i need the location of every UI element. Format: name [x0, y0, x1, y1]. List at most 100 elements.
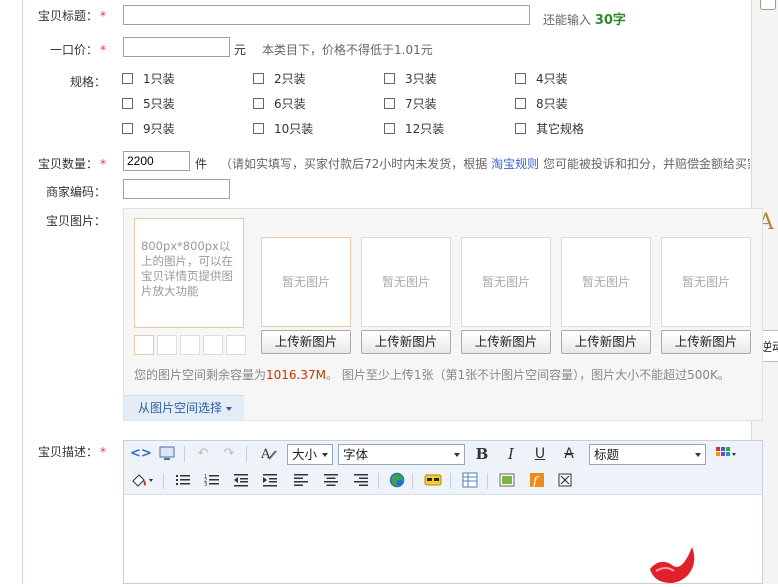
- fill-color-icon[interactable]: [130, 472, 156, 490]
- price-label: 一口价： *: [49, 43, 106, 57]
- spec-option-label: 2只装: [274, 72, 306, 86]
- toolbar-separator: [378, 473, 379, 489]
- upload-image-button-1[interactable]: 上传新图片: [261, 330, 351, 354]
- preview-icon[interactable]: [158, 445, 176, 463]
- image-slot-5[interactable]: 暂无图片: [661, 237, 751, 327]
- spec-option-label: 10只装: [274, 122, 314, 136]
- spec-option[interactable]: 10只装: [253, 120, 313, 137]
- spec-option[interactable]: 7只装: [384, 95, 437, 112]
- bold-icon[interactable]: B: [473, 445, 491, 463]
- spec-option-label: 5只装: [143, 97, 175, 111]
- select-from-image-space-button[interactable]: 从图片空间选择: [124, 395, 244, 420]
- toolbar-separator: [246, 446, 247, 462]
- spec-option[interactable]: 其它规格: [515, 120, 584, 137]
- images-label: 宝贝图片：: [45, 214, 106, 228]
- redo-icon[interactable]: ↷: [220, 445, 238, 463]
- link-icon[interactable]: [388, 472, 406, 490]
- spec-checkbox[interactable]: [122, 73, 133, 84]
- upload-image-button-2[interactable]: 上传新图片: [361, 330, 451, 354]
- spec-checkbox[interactable]: [253, 123, 264, 134]
- spec-option[interactable]: 6只装: [253, 95, 306, 112]
- indent-icon[interactable]: [261, 472, 279, 490]
- quantity-unit: 件: [195, 157, 208, 171]
- quantity-input[interactable]: [123, 151, 190, 171]
- panel-corner-icon[interactable]: [760, 0, 776, 10]
- chevron-down-icon: [322, 453, 328, 457]
- spec-checkbox[interactable]: [384, 123, 395, 134]
- spec-option[interactable]: 9只装: [122, 120, 175, 137]
- spec-option[interactable]: 5只装: [122, 95, 175, 112]
- image-slot-4[interactable]: 暂无图片: [561, 237, 651, 327]
- source-code-icon[interactable]: <>: [130, 445, 152, 463]
- upload-image-button-5[interactable]: 上传新图片: [661, 330, 751, 354]
- price-input[interactable]: [123, 37, 230, 57]
- align-left-icon[interactable]: [292, 472, 310, 490]
- spec-checkbox[interactable]: [515, 123, 526, 134]
- toolbar-separator: [184, 446, 185, 462]
- spec-option[interactable]: 12只装: [384, 120, 444, 137]
- insert-flash-icon[interactable]: f: [528, 472, 546, 490]
- image-slot-2[interactable]: 暂无图片: [361, 237, 451, 327]
- align-right-icon[interactable]: [352, 472, 370, 490]
- chevron-down-icon: [695, 453, 701, 457]
- heading-select[interactable]: 标题: [589, 444, 706, 465]
- price-hint: 本类目下，价格不得低于1.01元: [262, 43, 433, 57]
- spec-checkbox[interactable]: [253, 98, 264, 109]
- description-label: 宝贝描述： *: [37, 445, 106, 459]
- spec-checkbox[interactable]: [122, 98, 133, 109]
- table-grid-icon[interactable]: [714, 445, 738, 463]
- spec-option[interactable]: 1只装: [122, 70, 175, 87]
- spec-checkbox[interactable]: [515, 73, 526, 84]
- spec-checkbox[interactable]: [515, 98, 526, 109]
- spec-option-label: 3只装: [405, 72, 437, 86]
- outdent-icon[interactable]: [232, 472, 250, 490]
- spec-option-label: 1只装: [143, 72, 175, 86]
- title-input[interactable]: [123, 5, 530, 25]
- space-amount: 1016.37M: [266, 368, 326, 382]
- merchant-code-input[interactable]: [123, 179, 230, 199]
- insert-image-icon[interactable]: [498, 472, 516, 490]
- main-image-slot[interactable]: 800px*800px以上的图片，可以在宝贝详情页提供图片放大功能: [134, 218, 244, 328]
- image-slot-3[interactable]: 暂无图片: [461, 237, 551, 327]
- spec-label: 规格：: [69, 75, 106, 89]
- spec-option-label: 8只装: [536, 97, 568, 111]
- font-size-select[interactable]: 大小: [287, 444, 333, 465]
- spec-option[interactable]: 4只装: [515, 70, 568, 87]
- strikethrough-icon[interactable]: A: [560, 445, 578, 463]
- font-family-select[interactable]: 字体: [338, 444, 465, 465]
- italic-icon[interactable]: I: [502, 445, 520, 463]
- thumbnail-slot[interactable]: [180, 335, 200, 355]
- image-space-note: 您的图片空间剩余容量为1016.37M。 图片至少上传1张（第1张不计图片空间容…: [134, 368, 730, 382]
- thumbnail-slot[interactable]: [203, 335, 223, 355]
- spec-option[interactable]: 8只装: [515, 95, 568, 112]
- thumbnail-slot[interactable]: [157, 335, 177, 355]
- quantity-label: 宝贝数量： *: [37, 157, 106, 171]
- spec-option-label: 其它规格: [536, 122, 585, 136]
- spec-checkbox[interactable]: [253, 73, 264, 84]
- spec-checkbox[interactable]: [384, 98, 395, 109]
- spec-option[interactable]: 2只装: [253, 70, 306, 87]
- thumbnail-slot[interactable]: [134, 335, 154, 355]
- spec-checkbox[interactable]: [122, 123, 133, 134]
- insert-table-icon[interactable]: [461, 472, 479, 490]
- image-slot-1[interactable]: 暂无图片: [261, 237, 351, 327]
- underline-icon[interactable]: U: [531, 445, 549, 463]
- taobao-rules-link[interactable]: 淘宝规则: [491, 157, 539, 171]
- upload-image-button-3[interactable]: 上传新图片: [461, 330, 551, 354]
- spec-option[interactable]: 3只装: [384, 70, 437, 87]
- spec-option-label: 9只装: [143, 122, 175, 136]
- emoticon-icon[interactable]: [424, 472, 442, 490]
- clear-format-icon[interactable]: A: [260, 445, 278, 463]
- undo-icon[interactable]: ↶: [194, 445, 212, 463]
- spec-checkbox[interactable]: [384, 73, 395, 84]
- upload-image-button-4[interactable]: 上传新图片: [561, 330, 651, 354]
- bullet-list-icon[interactable]: [174, 472, 192, 490]
- spec-option-label: 7只装: [405, 97, 437, 111]
- align-center-icon[interactable]: [322, 472, 340, 490]
- toolbar-separator: [487, 473, 488, 489]
- form-left-border: [22, 0, 23, 584]
- chevron-down-icon: [226, 406, 233, 411]
- numbered-list-icon[interactable]: 123: [203, 472, 221, 490]
- fullscreen-icon[interactable]: [556, 472, 574, 490]
- thumbnail-slot[interactable]: [226, 335, 246, 355]
